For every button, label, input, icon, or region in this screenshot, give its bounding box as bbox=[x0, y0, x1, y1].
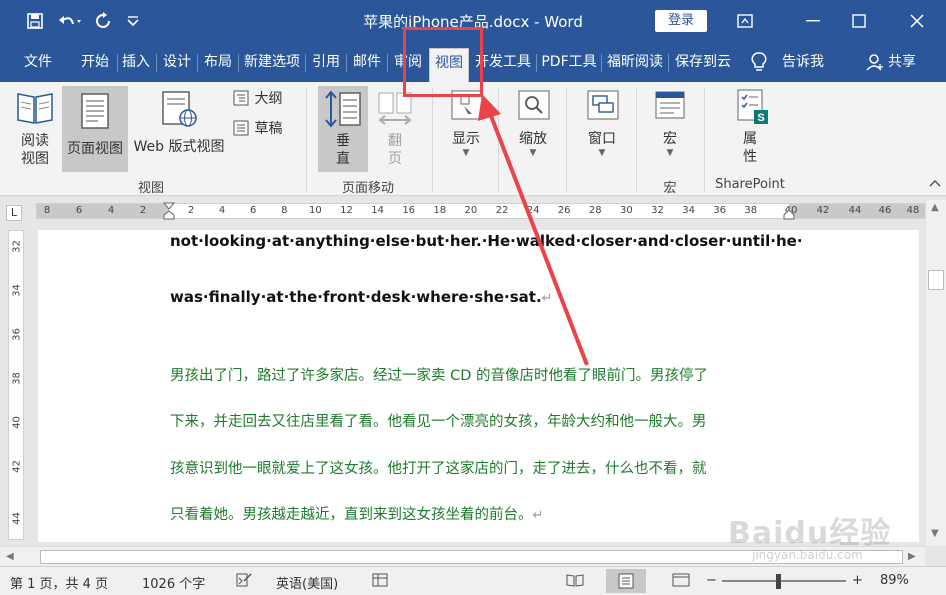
annotation-arrow-icon bbox=[478, 94, 589, 366]
word-window: 苹果的iPhone产品.docx - Word 登录 文件 开始 插入 设计 布… bbox=[0, 0, 946, 595]
